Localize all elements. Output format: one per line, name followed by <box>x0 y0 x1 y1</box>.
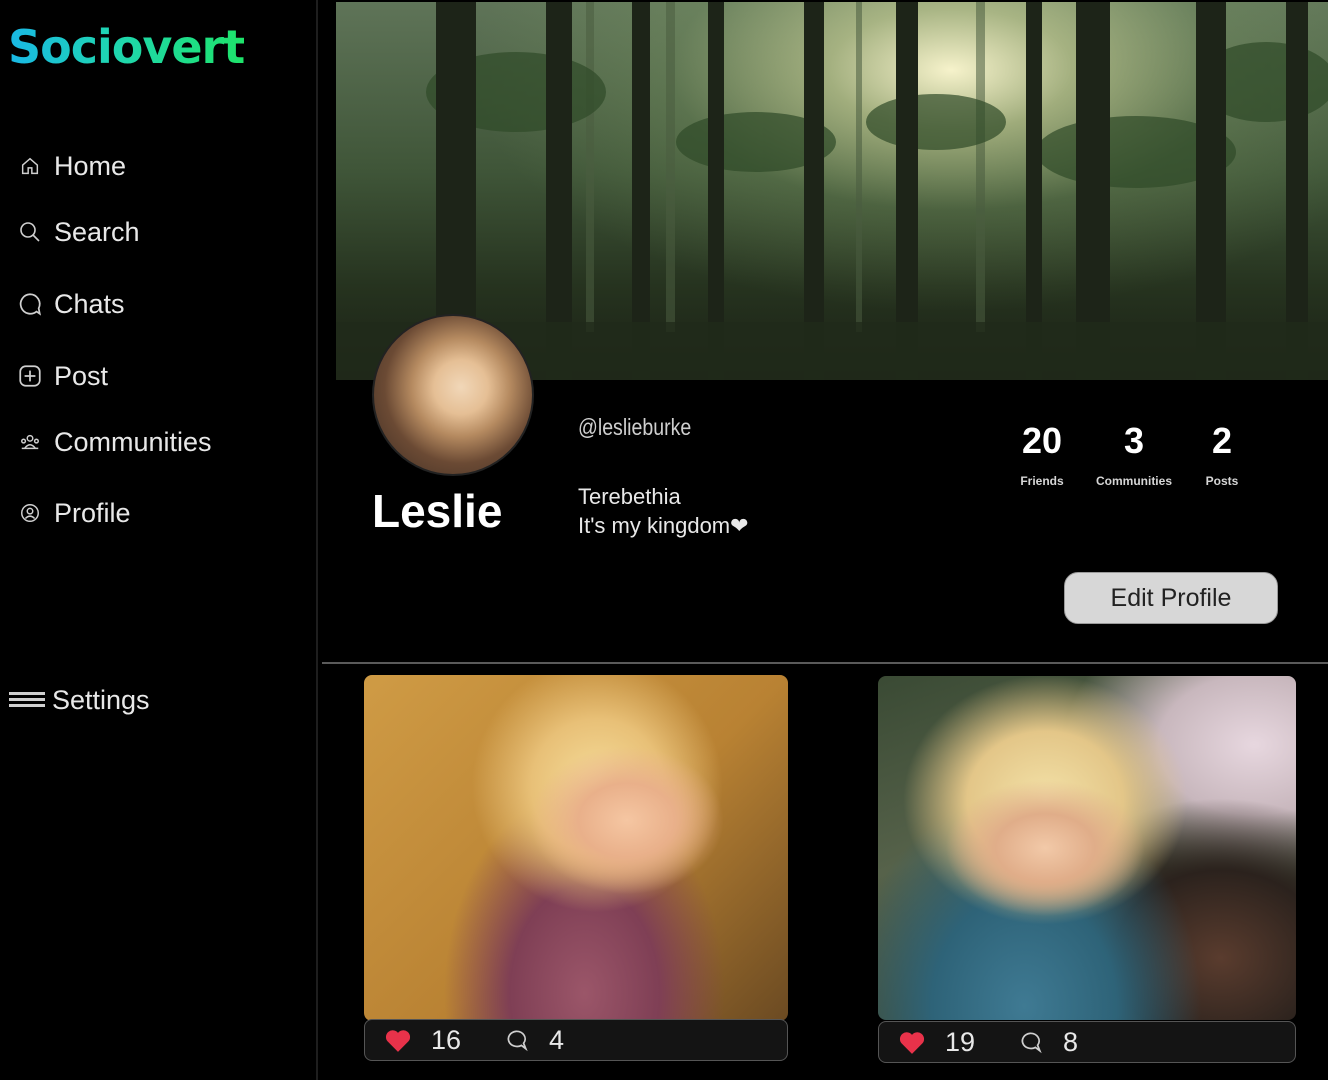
post-image[interactable] <box>878 676 1296 1020</box>
stat-label: Communities <box>1095 474 1172 488</box>
stat-value: 20 <box>1021 420 1063 461</box>
bio-line: It's my kingdom❤ <box>578 513 749 538</box>
sidebar-item-label: Communities <box>54 426 212 457</box>
profile-icon <box>16 499 44 527</box>
like-count: 16 <box>431 1024 462 1055</box>
profile-bio: Terebethia It's my kingdom❤ <box>578 482 749 540</box>
stat-friends[interactable]: 20 Friends <box>1012 420 1072 488</box>
sidebar-item-settings[interactable]: Settings <box>8 680 150 720</box>
avatar[interactable] <box>372 314 534 476</box>
sidebar-item-home[interactable]: Home <box>16 146 126 186</box>
bio-line: Terebethia <box>578 484 681 509</box>
like-count: 19 <box>945 1026 976 1057</box>
app-logo[interactable]: Sociovert <box>8 20 245 74</box>
stat-value: 3 <box>1123 420 1145 461</box>
chat-icon <box>16 290 44 318</box>
sidebar-item-label: Profile <box>54 497 131 528</box>
menu-icon <box>8 686 46 714</box>
communities-icon <box>16 428 44 456</box>
sidebar-item-post[interactable]: Post <box>16 356 108 396</box>
heart-icon[interactable] <box>897 1029 927 1055</box>
stat-communities[interactable]: 3 Communities <box>1084 420 1184 488</box>
post-image[interactable] <box>364 675 788 1021</box>
sidebar: Sociovert Home Search Chats Post Communi… <box>0 0 318 1080</box>
profile-handle: @leslieburke <box>578 414 692 440</box>
comment-count: 4 <box>549 1024 565 1055</box>
sidebar-item-label: Home <box>54 150 127 181</box>
edit-profile-button[interactable]: Edit Profile <box>1064 572 1278 624</box>
sidebar-item-label: Post <box>54 360 109 391</box>
sidebar-item-profile[interactable]: Profile <box>16 493 131 533</box>
sidebar-item-label: Chats <box>54 288 125 319</box>
home-icon <box>16 152 44 180</box>
post-actions: 16 4 <box>364 1019 788 1061</box>
divider <box>322 662 1328 664</box>
sidebar-item-search[interactable]: Search <box>16 212 140 252</box>
comment-icon[interactable] <box>503 1027 529 1053</box>
sidebar-item-chats[interactable]: Chats <box>16 284 125 324</box>
comment-icon[interactable] <box>1017 1029 1043 1055</box>
sidebar-item-communities[interactable]: Communities <box>16 422 212 462</box>
comment-count: 8 <box>1063 1026 1079 1057</box>
sidebar-item-label: Settings <box>52 684 150 715</box>
app: Sociovert Home Search Chats Post Communi… <box>0 0 1328 1080</box>
stat-value: 2 <box>1211 420 1233 461</box>
plus-square-icon <box>16 362 44 390</box>
search-icon <box>16 218 44 246</box>
stat-posts[interactable]: 2 Posts <box>1194 420 1250 488</box>
profile-main: Leslie @leslieburke Terebethia It's my k… <box>322 0 1328 1080</box>
post-actions: 19 8 <box>878 1021 1296 1063</box>
stat-label: Posts <box>1205 474 1239 488</box>
sidebar-item-label: Search <box>54 216 140 247</box>
heart-icon[interactable] <box>383 1027 413 1053</box>
stat-label: Friends <box>1020 474 1064 488</box>
profile-name: Leslie <box>372 485 503 537</box>
